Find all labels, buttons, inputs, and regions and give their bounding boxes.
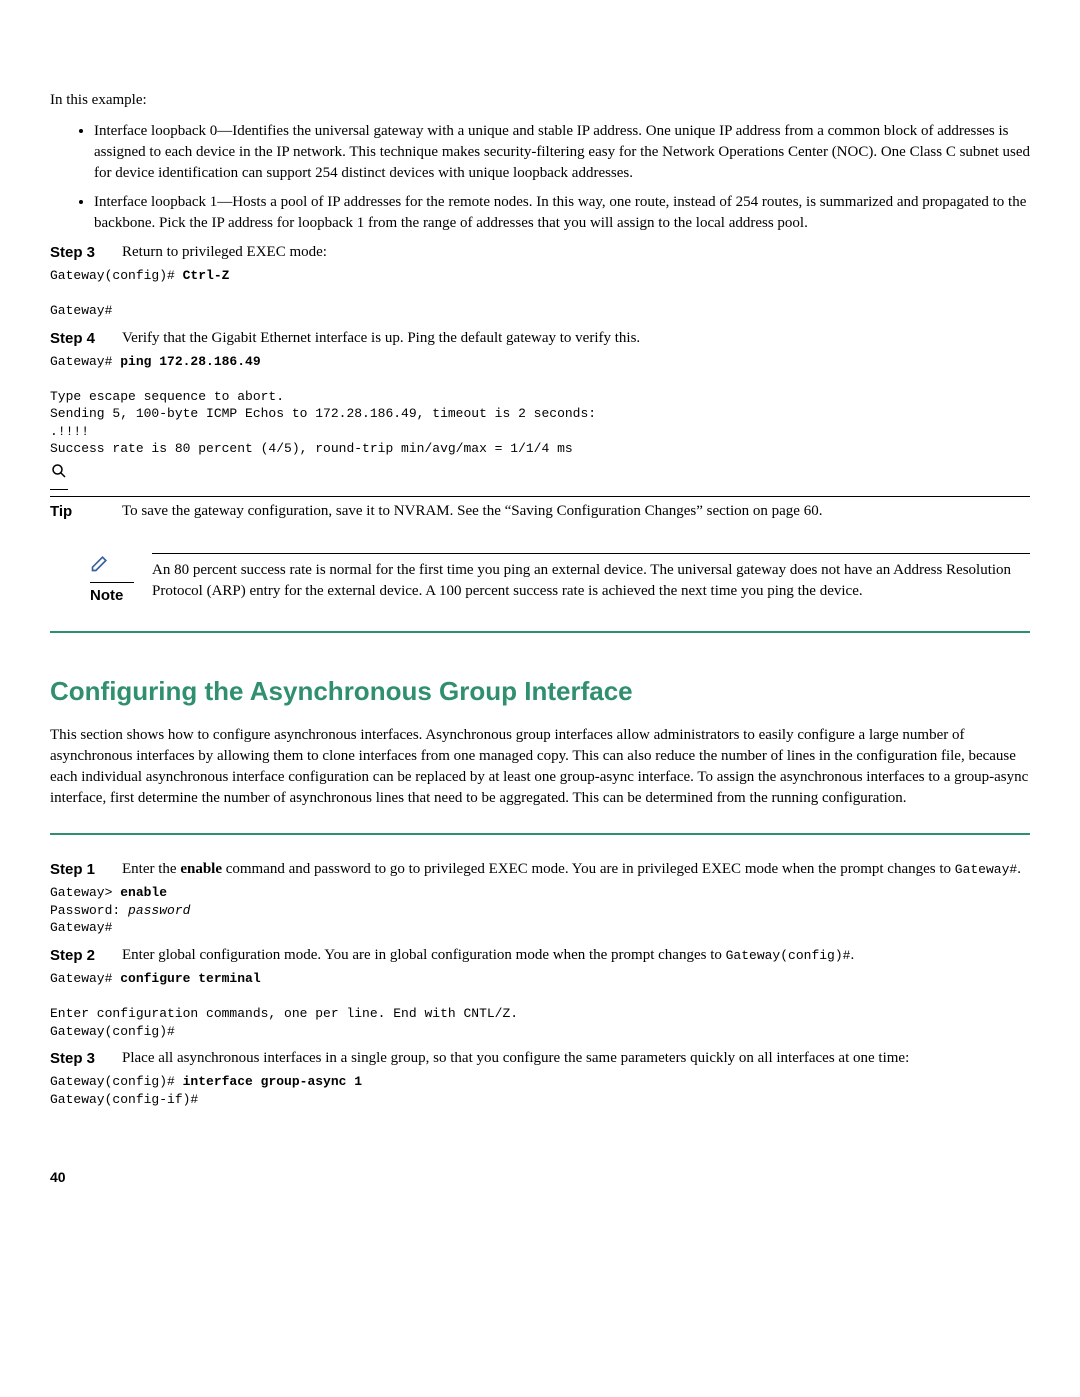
code-block-1: Gateway(config)# Ctrl-Z Gateway# xyxy=(50,267,1030,320)
magnifier-icon xyxy=(50,462,1030,490)
step-label: Step 4 xyxy=(50,328,106,349)
step-text: Return to privileged EXEC mode: xyxy=(122,242,1030,263)
step-3-row: Step 3 Return to privileged EXEC mode: xyxy=(50,242,1030,263)
b-step-2-row: Step 2 Enter global configuration mode. … xyxy=(50,945,1030,966)
note-text: An 80 percent success rate is normal for… xyxy=(152,560,1030,602)
code-block-2: Gateway# ping 172.28.186.49 Type escape … xyxy=(50,353,1030,458)
step-text: Verify that the Gigabit Ethernet interfa… xyxy=(122,328,1030,349)
step-4-row: Step 4 Verify that the Gigabit Ethernet … xyxy=(50,328,1030,349)
code-block-3: Gateway> enable Password: password Gatew… xyxy=(50,884,1030,937)
step-label: Step 1 xyxy=(50,859,106,880)
step-label: Step 2 xyxy=(50,945,106,966)
bullet-list: Interface loopback 0—Identifies the univ… xyxy=(50,121,1030,234)
page-number: 40 xyxy=(50,1168,1030,1188)
tip-text: To save the gateway configuration, save … xyxy=(122,501,822,522)
section-divider xyxy=(50,631,1030,633)
section-intro: This section shows how to configure asyn… xyxy=(50,725,1030,809)
step-text: Place all asynchronous interfaces in a s… xyxy=(122,1048,1030,1069)
bullet-item: Interface loopback 1—Hosts a pool of IP … xyxy=(94,192,1030,234)
note-label: Note xyxy=(90,587,123,604)
b-step-1-row: Step 1 Enter the enable command and pass… xyxy=(50,859,1030,880)
bullet-item: Interface loopback 0—Identifies the univ… xyxy=(94,121,1030,184)
step-text: Enter global configuration mode. You are… xyxy=(122,945,1030,966)
code-block-5: Gateway(config)# interface group-async 1… xyxy=(50,1073,1030,1108)
b-step-3-row: Step 3 Place all asynchronous interfaces… xyxy=(50,1048,1030,1069)
step-label: Step 3 xyxy=(50,242,106,263)
note-block: Note An 80 percent success rate is norma… xyxy=(90,553,1030,607)
tip-label: Tip xyxy=(50,503,72,520)
pencil-icon xyxy=(90,553,134,580)
intro-text: In this example: xyxy=(50,90,1030,111)
section-heading: Configuring the Asynchronous Group Inter… xyxy=(50,673,1030,709)
step-text: Enter the enable command and password to… xyxy=(122,859,1030,880)
code-block-4: Gateway# configure terminal Enter config… xyxy=(50,970,1030,1040)
section-divider xyxy=(50,833,1030,835)
step-label: Step 3 xyxy=(50,1048,106,1069)
tip-block: Tip To save the gateway configuration, s… xyxy=(50,462,1030,523)
